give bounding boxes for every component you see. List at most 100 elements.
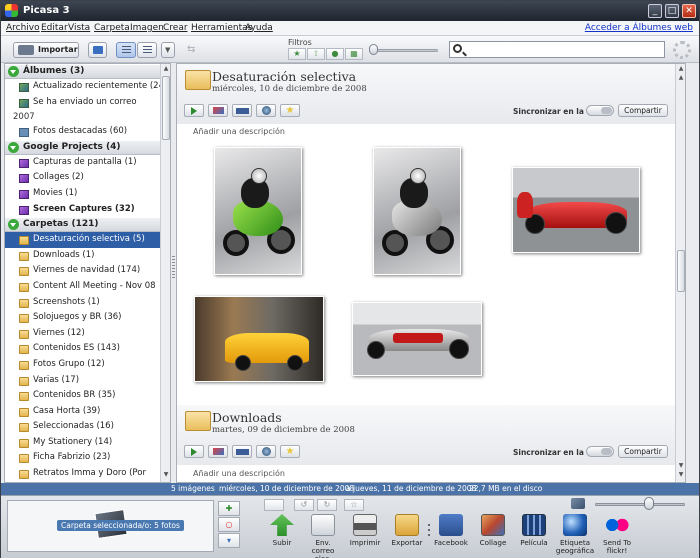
filter-movies-button[interactable]: ▦ [345, 48, 363, 60]
send-to-flickr-button[interactable]: Send To flickr! [597, 514, 637, 555]
star-folder-button[interactable]: ★ [280, 104, 300, 117]
google-projects-section-header[interactable]: Google Projects (4) [5, 139, 160, 155]
scroll-up-icon[interactable]: ▲ [162, 65, 170, 74]
sidebar-item-folder[interactable]: Contenidos BR (35) [5, 388, 160, 404]
sidebar-item-folder[interactable]: Retratos Imma y Doro (Por [5, 466, 160, 482]
view-dropdown-button[interactable]: ▼ [161, 42, 175, 58]
photo-thumbnail[interactable] [214, 147, 302, 275]
sidebar-item-folder[interactable]: Screenshots (1) [5, 295, 160, 311]
scroll-up-icon[interactable]: ▲ [677, 74, 685, 83]
sidebar-item-folder[interactable]: Solojuegos y BR (36) [5, 310, 160, 326]
clear-selection-button[interactable]: ○ [218, 517, 240, 532]
add-description-field[interactable]: Añadir una descripción [193, 127, 285, 136]
sidebar-item-project[interactable]: Movies (1) [5, 186, 160, 202]
scroll-up-icon[interactable]: ▲ [677, 65, 685, 74]
sidebar-item-folder[interactable]: Contenidos ES (143) [5, 341, 160, 357]
menu-crear[interactable]: Crear [163, 23, 188, 33]
facebook-button[interactable]: Facebook [431, 514, 471, 547]
sidebar-item-project[interactable]: Capturas de pantalla (1) [5, 155, 160, 171]
share-button[interactable]: Compartir [618, 445, 668, 458]
sidebar-item-folder[interactable]: Content All Meeting - Nov 08 [5, 279, 160, 295]
thumbnail-size-slider-knob[interactable] [644, 497, 654, 510]
sidebar-scroll-thumb[interactable] [162, 76, 170, 140]
scroll-down-icon[interactable]: ▼ [677, 471, 685, 480]
export-button[interactable]: Exportar [387, 514, 427, 547]
menu-vista[interactable]: Vista [68, 23, 90, 33]
collapse-icon[interactable] [8, 141, 19, 153]
import-button[interactable]: Importar [13, 42, 79, 58]
slideshow-button[interactable] [184, 104, 204, 117]
blank-tool-button[interactable] [264, 499, 284, 511]
photo-thumbnail[interactable] [352, 302, 482, 376]
geotag-button[interactable] [256, 445, 276, 458]
picture-collage-button[interactable] [208, 104, 228, 117]
geotag-button[interactable]: Etiqueta geográfica [555, 514, 595, 555]
thumbnail-size-slider[interactable] [595, 503, 685, 506]
albums-section-header[interactable]: Álbumes (3) [5, 64, 160, 79]
scroll-down-icon[interactable]: ▼ [677, 462, 685, 471]
list-view-button[interactable] [116, 42, 136, 58]
hold-pin-button[interactable]: ✚ [218, 501, 240, 516]
tree-view-button[interactable] [137, 42, 157, 58]
email-button[interactable]: Env. correo elec. [303, 514, 343, 558]
filter-people-button[interactable]: ● [326, 48, 344, 60]
picture-collage-button[interactable] [208, 445, 228, 458]
sync-web-toggle[interactable] [586, 105, 614, 116]
photo-thumbnail[interactable] [512, 167, 640, 253]
movie-button[interactable]: Película [514, 514, 554, 547]
scroll-down-icon[interactable]: ▼ [162, 471, 170, 480]
new-album-button[interactable] [88, 42, 107, 58]
sidebar-item-folder[interactable]: Viernes (12) [5, 326, 160, 342]
sidebar-item-album[interactable]: Actualizado recientemente (247) [5, 79, 160, 95]
minimize-button[interactable]: _ [648, 4, 662, 18]
date-filter-slider[interactable] [374, 49, 438, 52]
rotate-left-button[interactable]: ↺ [294, 499, 314, 511]
photo-thumbnail[interactable] [373, 147, 461, 275]
add-description-field[interactable]: Añadir una descripción [193, 469, 285, 478]
collage-button[interactable]: Collage [473, 514, 513, 547]
maximize-button[interactable]: □ [665, 4, 679, 18]
menu-archivo[interactable]: Archivo [6, 23, 40, 33]
blog-button[interactable] [232, 104, 252, 117]
sidebar-item-folder[interactable]: Viernes de navidad (174) [5, 263, 160, 279]
menu-ayuda[interactable]: Ayuda [245, 23, 273, 33]
sidebar-item-folder[interactable]: Ficha Fabrizio (23) [5, 450, 160, 466]
filter-starred-button[interactable]: ★ [288, 48, 306, 60]
star-photo-button[interactable]: ☆ [344, 499, 364, 511]
menu-carpeta[interactable]: Carpeta [94, 23, 130, 33]
close-button[interactable]: ✕ [682, 4, 696, 18]
sidebar-item-folder[interactable]: Downloads (1) [5, 248, 160, 264]
sidebar-item-album[interactable]: Se ha enviado un correo [5, 95, 160, 111]
filter-uploaded-button[interactable]: ⇧ [307, 48, 325, 60]
sidebar-item-starred[interactable]: Fotos destacadas (60) [5, 124, 160, 140]
sidebar-item-folder[interactable]: Casa Horta (39) [5, 404, 160, 420]
sidebar-scrollbar[interactable]: ▲ ▼ [160, 64, 170, 482]
sync-web-toggle[interactable] [586, 446, 614, 457]
selection-holder[interactable]: Carpeta seleccionada/o: 5 fotos [7, 500, 214, 552]
menu-editar[interactable]: Editar [41, 23, 68, 33]
blog-button[interactable] [232, 445, 252, 458]
menu-imagen[interactable]: Imagen [130, 23, 164, 33]
sidebar-item-folder-selected[interactable]: Desaturación selectiva (5) [5, 232, 160, 248]
main-scroll-thumb[interactable] [677, 250, 685, 292]
menu-herramientas[interactable]: Herramientas [191, 23, 252, 33]
folder-title[interactable]: Desaturación selectiva [212, 69, 356, 84]
add-to-album-button[interactable]: ▾ [218, 533, 240, 548]
date-filter-slider-knob[interactable] [369, 44, 378, 55]
web-albums-link[interactable]: Acceder a Álbumes web [585, 23, 693, 33]
sync-arrows-icon[interactable]: ⇆ [187, 44, 205, 56]
share-button[interactable]: Compartir [618, 104, 668, 117]
collapse-icon[interactable] [8, 219, 19, 231]
print-button[interactable]: Imprimir [345, 514, 385, 547]
sidebar-item-folder[interactable]: My Stationery (14) [5, 435, 160, 451]
folders-section-header[interactable]: Carpetas (121) [5, 217, 160, 233]
star-folder-button[interactable]: ★ [280, 445, 300, 458]
photo-thumbnail[interactable] [194, 296, 324, 382]
sidebar-item-folder[interactable]: Seleccionadas (16) [5, 419, 160, 435]
slideshow-button[interactable] [184, 445, 204, 458]
sidebar-item-folder[interactable]: Varias (17) [5, 373, 160, 389]
sidebar-item-project[interactable]: Screen Captures (32) [5, 202, 160, 218]
geotag-button[interactable] [256, 104, 276, 117]
upload-button[interactable]: Subir [262, 514, 302, 547]
folder-title[interactable]: Downloads [212, 410, 282, 425]
